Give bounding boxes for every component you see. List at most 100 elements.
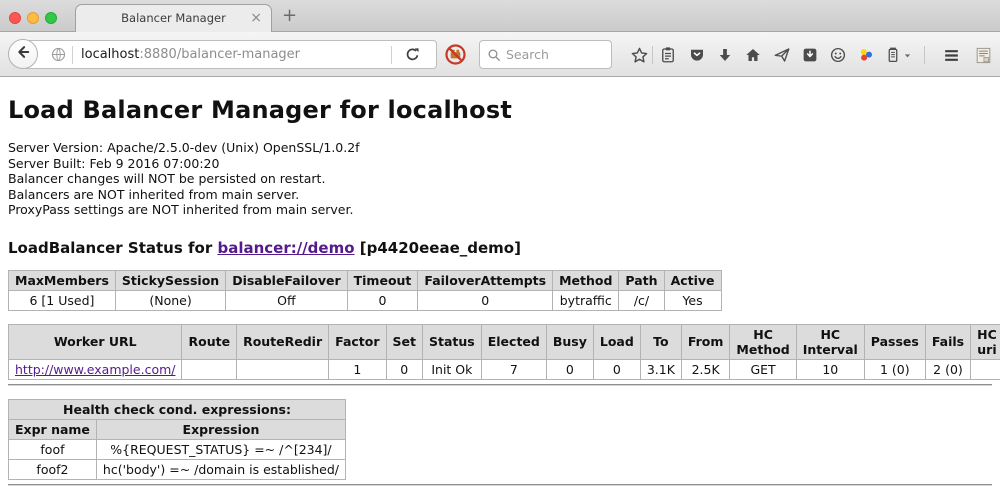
url-path: :8880/balancer-manager — [139, 47, 300, 62]
color-dots-icon[interactable] — [856, 45, 876, 65]
column-header: HC uri — [971, 324, 1000, 359]
table-caption: Health check cond. expressions: — [9, 399, 346, 419]
table-cell: 2 (0) — [925, 359, 970, 379]
url-text[interactable]: localhost:8880/balancer-manager — [81, 41, 300, 68]
table-cell: (None) — [115, 290, 225, 310]
table-cell: 0 — [418, 290, 553, 310]
column-header: Method — [553, 270, 619, 290]
table-row: foof2hc('body') =~ /domain is establishe… — [9, 459, 346, 479]
browser-window: Balancer Manager × + localhost:8880/bala… — [0, 0, 1000, 491]
bookmark-star-icon[interactable] — [629, 45, 649, 65]
new-tab-button[interactable]: + — [282, 2, 297, 30]
table-cell: 1 — [329, 359, 386, 379]
navigation-toolbar: localhost:8880/balancer-manager — [0, 32, 1000, 77]
clipboard-icon[interactable] — [658, 45, 678, 65]
column-header: RouteRedir — [237, 324, 329, 359]
column-header: Worker URL — [9, 324, 182, 359]
table-cell: Yes — [664, 290, 721, 310]
search-bar[interactable] — [479, 40, 612, 69]
table-cell: http://www.example.com/ — [9, 359, 182, 379]
column-header: HC Interval — [796, 324, 864, 359]
caret-down-icon[interactable] — [901, 45, 913, 65]
send-plane-icon[interactable] — [772, 45, 792, 65]
window-minimize-button[interactable] — [27, 12, 39, 24]
loadbalancer-status-heading: LoadBalancer Status for balancer://demo … — [8, 239, 992, 257]
table-cell: bytraffic — [553, 290, 619, 310]
search-icon — [486, 47, 502, 67]
table-cell: GET — [730, 359, 796, 379]
column-header: MaxMembers — [9, 270, 116, 290]
square-download-icon[interactable] — [800, 45, 820, 65]
table-cell: 7 — [481, 359, 546, 379]
table-cell: 0 — [546, 359, 593, 379]
section-divider — [8, 384, 992, 386]
server-built-line: Server Built: Feb 9 2016 07:00:20 — [8, 156, 992, 172]
balancer-status-table: MaxMembersStickySessionDisableFailoverTi… — [8, 270, 722, 311]
column-header: Factor — [329, 324, 386, 359]
table-cell: 2.5K — [681, 359, 730, 379]
url-bar[interactable]: localhost:8880/balancer-manager — [23, 40, 437, 69]
bottom-divider — [8, 484, 992, 486]
page-preview-icon[interactable] — [973, 45, 993, 65]
pocket-icon[interactable] — [687, 45, 707, 65]
window-close-button[interactable] — [9, 12, 21, 24]
page-content: Load Balancer Manager for localhost Serv… — [0, 77, 1000, 486]
column-header: Fails — [925, 324, 970, 359]
column-header: Active — [664, 270, 721, 290]
table-cell: 0 — [386, 359, 422, 379]
globe-icon[interactable] — [50, 46, 67, 67]
server-version-line: Server Version: Apache/2.5.0-dev (Unix) … — [8, 140, 992, 156]
health-check-table: Health check cond. expressions:Expr name… — [8, 399, 346, 480]
search-input[interactable] — [506, 42, 606, 67]
download-arrow-icon[interactable] — [715, 45, 735, 65]
column-header: FailoverAttempts — [418, 270, 553, 290]
table-cell — [182, 359, 237, 379]
table-cell: 0 — [593, 359, 640, 379]
table-cell — [971, 359, 1000, 379]
column-header: HC Method — [730, 324, 796, 359]
table-cell: %{REQUEST_STATUS} =~ /^[234]/ — [96, 439, 345, 459]
reload-button[interactable] — [403, 45, 422, 68]
column-header: Path — [619, 270, 664, 290]
menu-hamburger-icon[interactable] — [941, 45, 961, 65]
column-header: Timeout — [347, 270, 418, 290]
column-header: Busy — [546, 324, 593, 359]
page-title: Load Balancer Manager for localhost — [8, 77, 992, 124]
table-cell: 3.1K — [640, 359, 681, 379]
column-header: Elected — [481, 324, 546, 359]
table-cell: 0 — [347, 290, 418, 310]
reload-divider — [391, 46, 392, 64]
window-zoom-button[interactable] — [45, 12, 57, 24]
table-cell: foof2 — [9, 459, 97, 479]
balancers-inherit-line: Balancers are NOT inherited from main se… — [8, 187, 992, 203]
worker-status-table: Worker URLRouteRouteRedirFactorSetStatus… — [8, 324, 1000, 380]
column-header: Expr name — [9, 419, 97, 439]
battery-icon[interactable] — [883, 45, 903, 65]
smiley-icon[interactable] — [828, 45, 848, 65]
server-info: Server Version: Apache/2.5.0-dev (Unix) … — [8, 140, 992, 218]
proxypass-inherit-line: ProxyPass settings are NOT inherited fro… — [8, 202, 992, 218]
back-button[interactable] — [8, 39, 38, 69]
home-icon[interactable] — [743, 45, 763, 65]
column-header: Load — [593, 324, 640, 359]
table-cell: foof — [9, 439, 97, 459]
plugin-blocked-icon[interactable] — [444, 43, 467, 70]
column-header: Status — [423, 324, 482, 359]
worker-url-link[interactable]: http://www.example.com/ — [15, 362, 175, 377]
balancer-demo-link[interactable]: balancer://demo — [217, 239, 354, 257]
tab-balancer-manager[interactable]: Balancer Manager × — [75, 4, 272, 32]
table-cell: 1 (0) — [864, 359, 925, 379]
table-cell: 6 [1 Used] — [9, 290, 116, 310]
column-header: StickySession — [115, 270, 225, 290]
table-row: foof%{REQUEST_STATUS} =~ /^[234]/ — [9, 439, 346, 459]
status-heading-suffix: [p4420eeae_demo] — [355, 239, 521, 257]
column-header: Expression — [96, 419, 345, 439]
table-row: 6 [1 Used](None)Off00bytraffic/c/Yes — [9, 290, 722, 310]
table-cell: 10 — [796, 359, 864, 379]
url-domain: localhost — [81, 47, 139, 62]
table-row: http://www.example.com/10Init Ok7003.1K2… — [9, 359, 1000, 379]
tab-close-icon[interactable]: × — [250, 5, 262, 32]
column-header: To — [640, 324, 681, 359]
table-cell: Off — [226, 290, 347, 310]
persist-warning-line: Balancer changes will NOT be persisted o… — [8, 171, 992, 187]
